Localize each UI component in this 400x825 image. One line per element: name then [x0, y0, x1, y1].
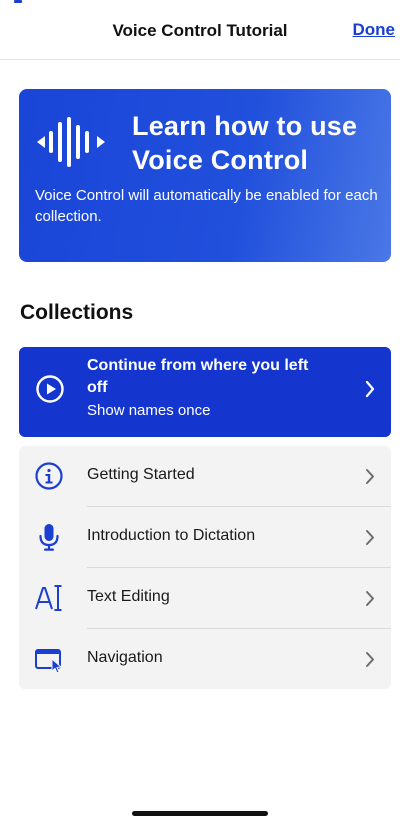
chevron-right-icon [365, 380, 375, 398]
list-item-label: Text Editing [87, 588, 170, 605]
continue-button[interactable]: Continue from where you left off Show na… [19, 347, 391, 437]
continue-subtitle: Show names once [87, 402, 211, 419]
text-cursor-icon [35, 585, 62, 611]
page-title: Voice Control Tutorial [112, 21, 288, 40]
continue-title: Continue from where you left off [87, 357, 309, 396]
chevron-right-icon [366, 530, 374, 545]
info-circle-icon [35, 462, 63, 490]
list-item-label: Introduction to Dictation [87, 527, 256, 544]
hero-description: Voice Control will automatically be enab… [35, 187, 378, 225]
hero-title: Learn how to use Voice Control [132, 109, 382, 177]
list-item-label: Navigation [87, 649, 163, 666]
list-item-navigation[interactable]: Navigation [19, 629, 391, 689]
list-item-introduction-to-dictation[interactable]: Introduction to Dictation [19, 507, 391, 568]
hero-title-line-2: Voice Control [132, 145, 309, 175]
window-pointer-icon [35, 649, 63, 674]
collections-heading: Collections [20, 301, 134, 324]
list-item-label: Getting Started [87, 466, 195, 483]
chevron-right-icon [366, 591, 374, 606]
list-item-text-editing[interactable]: Text Editing [19, 568, 391, 629]
collections-list: Getting Started Introduction to Dictatio… [19, 446, 391, 689]
navigation-bar: Voice Control Tutorial Done [0, 0, 400, 60]
chevron-right-icon [366, 469, 374, 484]
done-button[interactable]: Done [353, 20, 396, 40]
sound-wave-icon [37, 117, 105, 167]
list-item-getting-started[interactable]: Getting Started [19, 446, 391, 507]
microphone-icon [39, 524, 59, 551]
chevron-right-icon [366, 652, 374, 667]
home-indicator[interactable] [132, 811, 268, 816]
hero-banner: Learn how to use Voice Control Voice Con… [19, 89, 391, 262]
hero-title-line-1: Learn how to use [132, 111, 358, 141]
status-indicator [14, 0, 22, 3]
play-circle-icon [36, 375, 64, 403]
